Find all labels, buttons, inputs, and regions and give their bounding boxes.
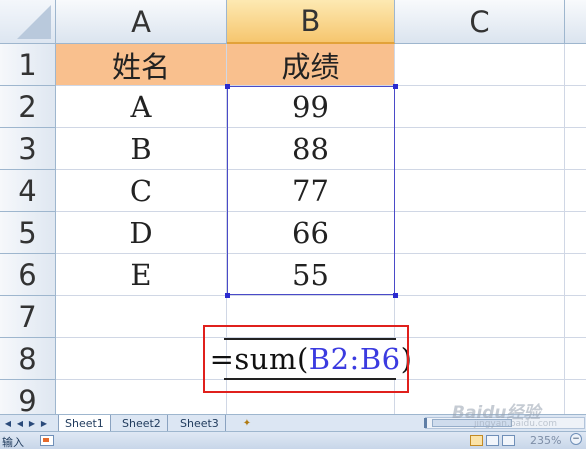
- last-sheet-icon[interactable]: ▶: [38, 417, 50, 429]
- cell-a8[interactable]: [56, 338, 227, 380]
- cell-d5[interactable]: [565, 212, 586, 254]
- row-header-1[interactable]: 1: [0, 44, 56, 86]
- cell-d4[interactable]: [565, 170, 586, 212]
- cell-c2[interactable]: [395, 86, 565, 128]
- tab-sheet2[interactable]: Sheet2: [116, 415, 168, 431]
- insert-sheet-icon[interactable]: ✦: [236, 415, 258, 431]
- zoom-level[interactable]: 235%: [530, 434, 561, 447]
- cell-d7[interactable]: [565, 296, 586, 338]
- normal-view-icon[interactable]: [470, 435, 483, 446]
- cell-a4[interactable]: C: [56, 170, 227, 212]
- cell-a9[interactable]: [56, 380, 227, 414]
- cell-a1-name-header[interactable]: 姓名: [56, 44, 227, 86]
- row-header-7[interactable]: 7: [0, 296, 56, 338]
- spreadsheet-grid: A B C 1 2 3 4 5 6 7 8 9 姓名 成绩 A 99 B 88 …: [0, 0, 586, 414]
- next-sheet-icon[interactable]: ▶: [26, 417, 38, 429]
- macro-record-icon[interactable]: [40, 435, 54, 446]
- cell-b5[interactable]: 66: [227, 212, 395, 254]
- tab-sheet1[interactable]: Sheet1: [58, 415, 111, 431]
- cell-d2[interactable]: [565, 86, 586, 128]
- row-header-6[interactable]: 6: [0, 254, 56, 296]
- cell-c3[interactable]: [395, 128, 565, 170]
- cell-d1[interactable]: [565, 44, 586, 86]
- first-sheet-icon[interactable]: ◀: [2, 417, 14, 429]
- range-handle-top-left[interactable]: [225, 84, 230, 89]
- tab-split-handle[interactable]: [424, 418, 427, 428]
- range-handle-bottom-left[interactable]: [225, 293, 230, 298]
- cell-a6[interactable]: E: [56, 254, 227, 296]
- cell-d6[interactable]: [565, 254, 586, 296]
- cell-d8[interactable]: [565, 338, 586, 380]
- row-header-5[interactable]: 5: [0, 212, 56, 254]
- status-mode-label: 输入: [2, 436, 24, 449]
- cell-b6[interactable]: 55: [227, 254, 395, 296]
- cell-b2[interactable]: 99: [227, 86, 395, 128]
- column-header-a[interactable]: A: [56, 0, 227, 44]
- cell-a3[interactable]: B: [56, 128, 227, 170]
- column-header-c[interactable]: C: [395, 0, 565, 44]
- page-break-view-icon[interactable]: [502, 435, 515, 446]
- cell-c8[interactable]: [395, 338, 565, 380]
- cell-c6[interactable]: [395, 254, 565, 296]
- zoom-out-icon[interactable]: −: [570, 433, 582, 445]
- cell-c1[interactable]: [395, 44, 565, 86]
- column-header-b[interactable]: B: [227, 0, 395, 44]
- cell-a7[interactable]: [56, 296, 227, 338]
- baidu-watermark-logo: Baidu经验 jingyan.baidu.com: [452, 398, 557, 429]
- prev-sheet-icon[interactable]: ◀: [14, 417, 26, 429]
- row-header-2[interactable]: 2: [0, 86, 56, 128]
- cell-a2[interactable]: A: [56, 86, 227, 128]
- cell-c7[interactable]: [395, 296, 565, 338]
- cell-d3[interactable]: [565, 128, 586, 170]
- column-header-d[interactable]: [565, 0, 586, 44]
- cell-b4[interactable]: 77: [227, 170, 395, 212]
- select-all-button[interactable]: [0, 0, 56, 44]
- cell-d9[interactable]: [565, 380, 586, 414]
- row-header-8[interactable]: 8: [0, 338, 56, 380]
- cell-b3[interactable]: 88: [227, 128, 395, 170]
- cell-a5[interactable]: D: [56, 212, 227, 254]
- range-handle-bottom-right[interactable]: [393, 293, 398, 298]
- excel-window: A B C 1 2 3 4 5 6 7 8 9 姓名 成绩 A 99 B 88 …: [0, 0, 586, 449]
- status-bar: 输入 235% −: [0, 431, 586, 449]
- row-header-4[interactable]: 4: [0, 170, 56, 212]
- range-handle-top-right[interactable]: [393, 84, 398, 89]
- cell-b1-score-header[interactable]: 成绩: [227, 44, 395, 86]
- watermark-url: jingyan.baidu.com: [474, 419, 558, 429]
- row-header-9[interactable]: 9: [0, 380, 56, 414]
- row-header-3[interactable]: 3: [0, 128, 56, 170]
- cell-c5[interactable]: [395, 212, 565, 254]
- highlight-box: [203, 325, 409, 393]
- select-all-triangle-icon: [17, 5, 51, 39]
- cell-c4[interactable]: [395, 170, 565, 212]
- tab-sheet3[interactable]: Sheet3: [174, 415, 226, 431]
- page-layout-view-icon[interactable]: [486, 435, 499, 446]
